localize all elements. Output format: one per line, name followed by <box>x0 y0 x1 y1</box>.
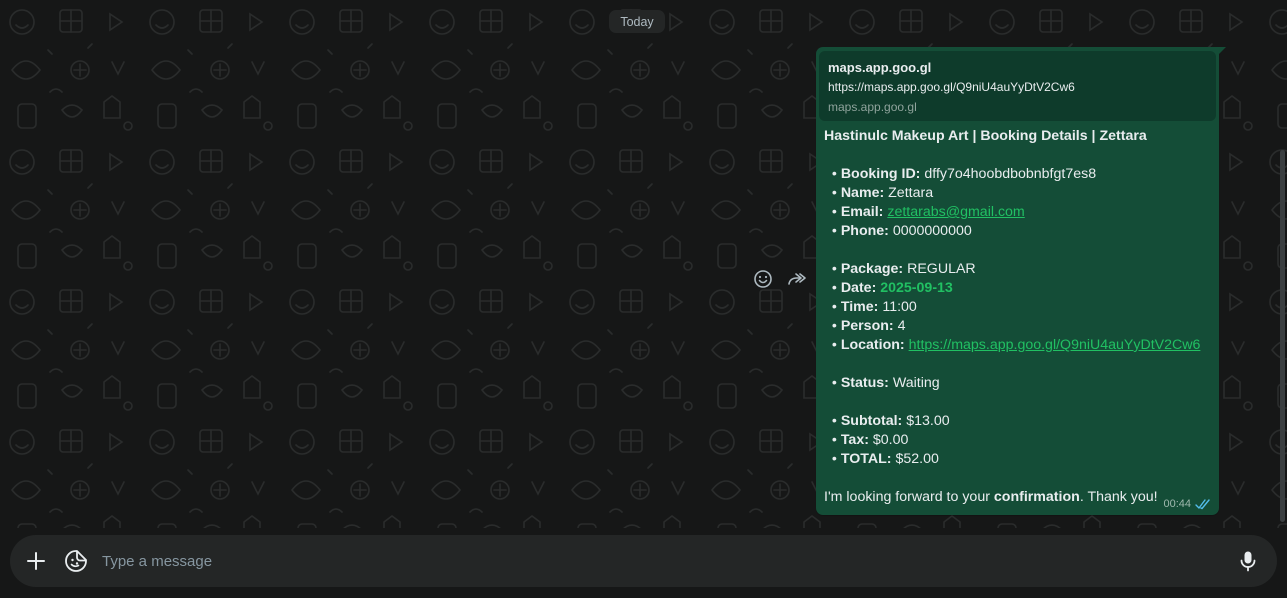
bullet: • <box>831 318 837 334</box>
name-label: Name: <box>840 185 885 201</box>
tax-label: Tax: <box>840 432 869 448</box>
closing-post: . Thank you! <box>1079 489 1158 505</box>
subtotal-value: $13.00 <box>906 413 950 429</box>
plus-icon <box>27 552 45 570</box>
message-time: 00:44 <box>1163 498 1191 510</box>
subtotal-line: • Subtotal: $13.00 <box>824 412 1211 431</box>
voice-message-button[interactable] <box>1236 549 1260 573</box>
bullet: • <box>831 375 837 391</box>
date-label: Date: <box>840 280 877 296</box>
mic-icon <box>1240 551 1256 572</box>
package-value: REGULAR <box>907 261 976 277</box>
message-text: Hastinulc Makeup Art | Booking Details |… <box>816 121 1219 507</box>
closing-bold: confirmation <box>993 489 1080 505</box>
bullet: • <box>831 223 837 239</box>
phone-line: • Phone: 0000000000 <box>824 222 1211 241</box>
location-label: Location: <box>840 337 905 353</box>
name-value: Zettara <box>888 185 934 201</box>
link-preview-card[interactable]: maps.app.goo.gl https://maps.app.goo.gl/… <box>819 51 1216 121</box>
total-label: TOTAL: <box>840 451 892 467</box>
forward-icon <box>788 273 806 285</box>
sticker-icon <box>65 550 87 572</box>
link-preview-title: maps.app.goo.gl <box>828 60 932 75</box>
time-line: • Time: 11:00 <box>824 298 1211 317</box>
status-line: • Status: Waiting <box>824 374 1211 393</box>
chat-scrollbar[interactable] <box>1280 150 1285 522</box>
closing-pre: I'm looking forward to your <box>824 489 994 505</box>
bullet: • <box>831 280 837 296</box>
message-hover-actions <box>752 268 808 290</box>
subtotal-label: Subtotal: <box>840 413 903 429</box>
bullet: • <box>831 204 837 220</box>
date-divider: Today <box>609 10 665 33</box>
forward-button[interactable] <box>786 268 808 290</box>
link-preview-url: https://maps.app.goo.gl/Q9niU4auYyDtV2Cw… <box>828 80 1075 94</box>
date-value[interactable]: 2025-09-13 <box>880 280 953 296</box>
email-line: • Email: zettarabs@gmail.com <box>824 203 1211 222</box>
chat-panel: Today maps.app.goo.gl https://maps.app.g… <box>0 0 1287 528</box>
name-line: • Name: Zettara <box>824 184 1211 203</box>
time-value: 11:00 <box>882 299 917 315</box>
tax-value: $0.00 <box>872 432 909 448</box>
booking-id-label: Booking ID: <box>840 166 921 182</box>
person-value: 4 <box>897 318 906 334</box>
booking-heading: Hastinulc Makeup Art | Booking Details |… <box>824 128 1147 144</box>
message-composer <box>10 535 1277 587</box>
outgoing-message-bubble[interactable]: maps.app.goo.gl https://maps.app.goo.gl/… <box>816 47 1219 515</box>
emoji-react-button[interactable] <box>752 268 774 290</box>
phone-value: 0000000000 <box>892 223 972 239</box>
person-line: • Person: 4 <box>824 317 1211 336</box>
bullet: • <box>831 299 837 315</box>
bullet: • <box>831 261 837 277</box>
person-label: Person: <box>840 318 894 334</box>
email-label: Email: <box>840 204 884 220</box>
booking-id-line: • Booking ID: dffy7o4hoobdbobnbfgt7es8 <box>824 165 1211 184</box>
bullet: • <box>831 432 837 448</box>
package-line: • Package: REGULAR <box>824 260 1211 279</box>
message-meta: 00:44 <box>1163 498 1211 510</box>
bullet: • <box>831 185 837 201</box>
total-line: • TOTAL: $52.00 <box>824 450 1211 469</box>
status-label: Status: <box>840 375 889 391</box>
bullet: • <box>831 451 837 467</box>
location-line: • Location: https://maps.app.goo.gl/Q9ni… <box>824 336 1211 355</box>
link-preview-domain: maps.app.goo.gl <box>828 100 917 114</box>
tax-line: • Tax: $0.00 <box>824 431 1211 450</box>
bullet: • <box>831 413 837 429</box>
date-line: • Date: 2025-09-13 <box>824 279 1211 298</box>
status-value: Waiting <box>892 375 940 391</box>
booking-id-value: dffy7o4hoobdbobnbfgt7es8 <box>924 166 1097 182</box>
attach-button[interactable] <box>24 549 48 573</box>
total-value: $52.00 <box>895 451 939 467</box>
message-input[interactable] <box>102 535 1202 587</box>
package-label: Package: <box>840 261 904 277</box>
bullet: • <box>831 166 837 182</box>
phone-label: Phone: <box>840 223 889 239</box>
closing-line: I'm looking forward to your confirmation… <box>824 488 1211 507</box>
sticker-button[interactable] <box>64 549 88 573</box>
location-link[interactable]: https://maps.app.goo.gl/Q9niU4auYyDtV2Cw… <box>909 337 1201 353</box>
emoji-icon <box>754 270 772 288</box>
time-label: Time: <box>840 299 879 315</box>
email-link[interactable]: zettarabs@gmail.com <box>887 204 1024 220</box>
double-check-icon <box>1195 498 1210 509</box>
bullet: • <box>831 337 837 353</box>
